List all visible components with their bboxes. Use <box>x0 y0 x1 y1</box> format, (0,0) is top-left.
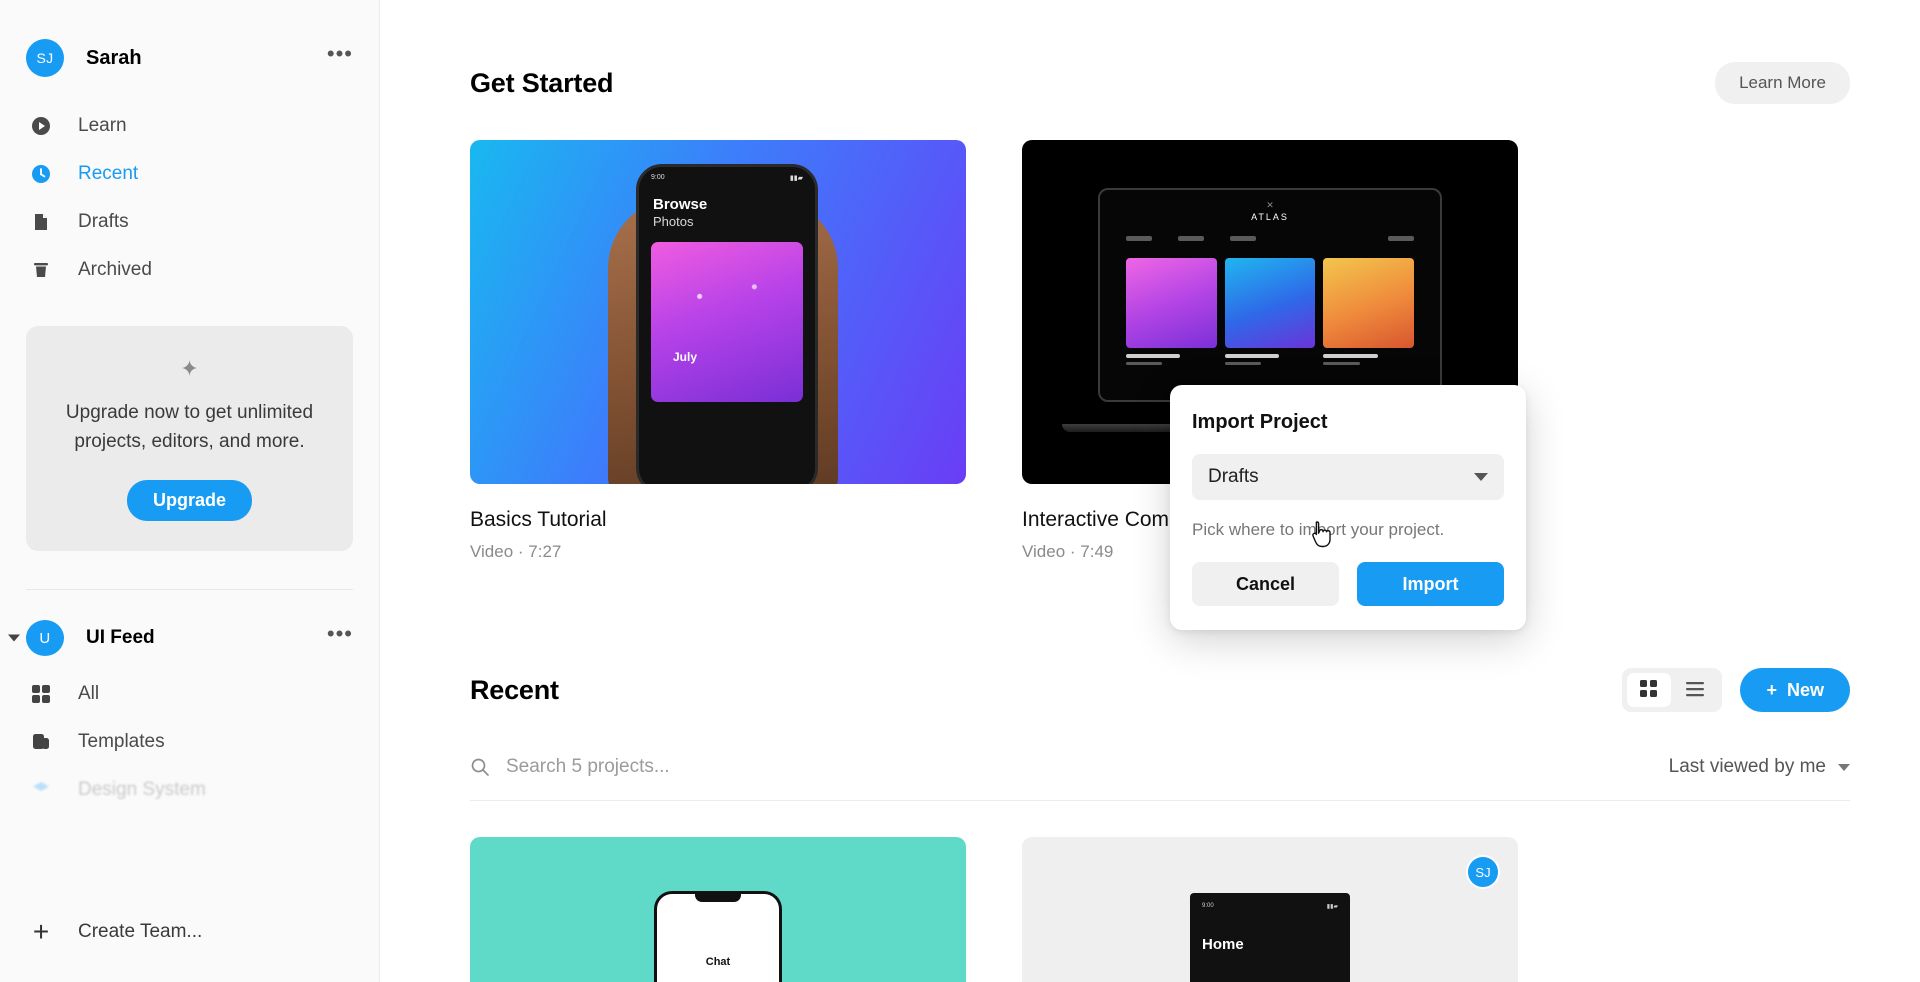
status-bar: 9:00 ▮▮▰ <box>1202 903 1338 910</box>
primary-nav: Learn Recent Drafts Archived <box>0 102 379 294</box>
sidebar-item-recent[interactable]: Recent <box>0 150 379 198</box>
page-title: Get Started <box>470 67 614 98</box>
import-button[interactable]: Import <box>1357 562 1504 606</box>
sidebar-item-label: Learn <box>78 115 127 136</box>
clock-icon <box>26 163 56 185</box>
search-row: Last viewed by me <box>470 756 1850 801</box>
project-card[interactable]: 9:00 ▮▮▰ Home SJ <box>1022 837 1518 982</box>
file-icon <box>26 211 56 233</box>
search-input[interactable] <box>506 756 926 778</box>
phone-mockup: Chat <box>654 891 782 982</box>
laptop-mockup: ✕ ATLAS <box>1098 188 1442 402</box>
dialog-actions: Cancel Import <box>1192 562 1504 606</box>
sidebar-item-design-system[interactable]: Design System <box>0 766 379 814</box>
sidebar: SJ Sarah ••• Learn Recent Drafts Archive… <box>0 0 380 982</box>
trash-icon <box>26 259 56 281</box>
recent-header: Recent + New <box>470 668 1850 712</box>
sort-dropdown[interactable]: Last viewed by me <box>1669 756 1850 778</box>
team-nav: All Templates Design System <box>0 670 379 814</box>
team-header[interactable]: U UI Feed ••• <box>0 612 379 664</box>
sidebar-item-all[interactable]: All <box>0 670 379 718</box>
sidebar-item-label: Design System <box>78 779 206 800</box>
phone-mockup: 9:00 ▮▮▰ Browse Photos July <box>636 164 818 484</box>
ellipsis-icon[interactable]: ••• <box>327 623 353 647</box>
learn-more-button[interactable]: Learn More <box>1715 62 1850 104</box>
phone-status-bar: 9:00 ▮▮▰ <box>651 174 803 182</box>
plus-icon: + <box>1766 679 1777 700</box>
destination-value: Drafts <box>1208 466 1259 487</box>
recent-title: Recent <box>470 674 559 705</box>
upgrade-text: Upgrade now to get unlimited projects, e… <box>65 402 314 452</box>
user-name: Sarah <box>86 46 142 69</box>
new-button-label: New <box>1786 679 1824 700</box>
list-view-icon <box>1686 680 1705 701</box>
import-project-dialog: Import Project Drafts Pick where to impo… <box>1170 385 1526 630</box>
app-root: SJ Sarah ••• Learn Recent Drafts Archive… <box>0 0 1920 982</box>
chevron-down-icon <box>1474 473 1488 481</box>
view-toggle <box>1622 668 1723 712</box>
user-account-row[interactable]: SJ Sarah ••• <box>0 28 379 88</box>
phone-photo-tile: July <box>651 242 803 402</box>
project-thumbnail[interactable]: Chat <box>470 837 966 982</box>
project-grid: Chat 9:00 ▮▮▰ Home SJ <box>470 837 1850 982</box>
chevron-down-icon <box>1838 763 1850 771</box>
main-content: Get Started Learn More 9:00 ▮▮▰ Browse Ph… <box>380 0 1920 982</box>
upgrade-button[interactable]: Upgrade <box>126 480 252 521</box>
mock-tiles <box>1126 258 1415 348</box>
tutorial-card-basics[interactable]: 9:00 ▮▮▰ Browse Photos July Basics Tutori… <box>470 140 966 562</box>
play-circle-icon <box>26 115 56 137</box>
project-card[interactable]: Chat <box>470 837 966 982</box>
video-thumbnail[interactable]: 9:00 ▮▮▰ Browse Photos July <box>470 140 966 484</box>
card-meta: Video · 7:27 <box>470 542 562 561</box>
sidebar-item-label: Templates <box>78 731 165 752</box>
team-avatar: U <box>26 620 64 656</box>
get-started-cards: 9:00 ▮▮▰ Browse Photos July Basics Tutori… <box>470 140 1850 562</box>
mock-nav <box>1126 236 1414 241</box>
plus-icon: + <box>32 916 50 947</box>
sidebar-item-label: Recent <box>78 163 139 184</box>
sidebar-item-label: All <box>78 683 100 704</box>
create-team-button[interactable]: + Create Team... <box>0 908 379 956</box>
sort-label: Last viewed by me <box>1668 756 1826 777</box>
layers-icon <box>26 779 56 801</box>
grid-icon <box>26 684 56 704</box>
brand-label: ATLAS <box>1251 212 1289 222</box>
get-started-header: Get Started Learn More <box>470 62 1850 104</box>
project-thumbnail[interactable]: 9:00 ▮▮▰ Home SJ <box>1022 837 1518 982</box>
destination-select[interactable]: Drafts <box>1192 454 1504 548</box>
avatar: SJ <box>26 39 64 77</box>
sidebar-divider <box>26 589 353 590</box>
app-mockup: 9:00 ▮▮▰ Home <box>1190 893 1350 982</box>
photo-month-label: July <box>673 350 698 364</box>
tile-label: Home <box>1202 936 1244 953</box>
chevron-down-icon[interactable] <box>8 634 20 642</box>
dialog-hint: Pick where to import your project. <box>1192 520 1445 539</box>
avatar: SJ <box>1466 855 1500 889</box>
tile-label: Chat <box>705 956 731 968</box>
grid-view-icon <box>1640 679 1658 701</box>
sidebar-item-learn[interactable]: Learn <box>0 102 379 150</box>
phone-notch <box>695 894 741 902</box>
sidebar-item-templates[interactable]: Templates <box>0 718 379 766</box>
copy-icon <box>26 731 56 753</box>
sidebar-item-label: Drafts <box>78 211 129 232</box>
search-icon <box>470 757 490 777</box>
upgrade-card: ✦ Upgrade now to get unlimited projects,… <box>26 326 353 551</box>
phone-browse-title: Browse Photos <box>653 196 708 229</box>
ellipsis-icon[interactable]: ••• <box>327 43 353 67</box>
card-title: Basics Tutorial <box>470 508 607 531</box>
sparkle-icon: ✦ <box>180 356 199 381</box>
sidebar-item-label: Archived <box>78 259 152 280</box>
team-name: UI Feed <box>86 627 155 648</box>
sidebar-item-archived[interactable]: Archived <box>0 246 379 294</box>
sidebar-item-drafts[interactable]: Drafts <box>0 198 379 246</box>
list-view-button[interactable] <box>1673 673 1717 707</box>
grid-view-button[interactable] <box>1627 673 1672 707</box>
cancel-button[interactable]: Cancel <box>1192 562 1339 606</box>
dialog-title: Import Project <box>1192 411 1328 433</box>
mock-captions <box>1126 354 1414 365</box>
create-team-label: Create Team... <box>78 921 203 942</box>
new-project-button[interactable]: + New <box>1740 668 1850 712</box>
close-icon: ✕ <box>1266 200 1274 210</box>
